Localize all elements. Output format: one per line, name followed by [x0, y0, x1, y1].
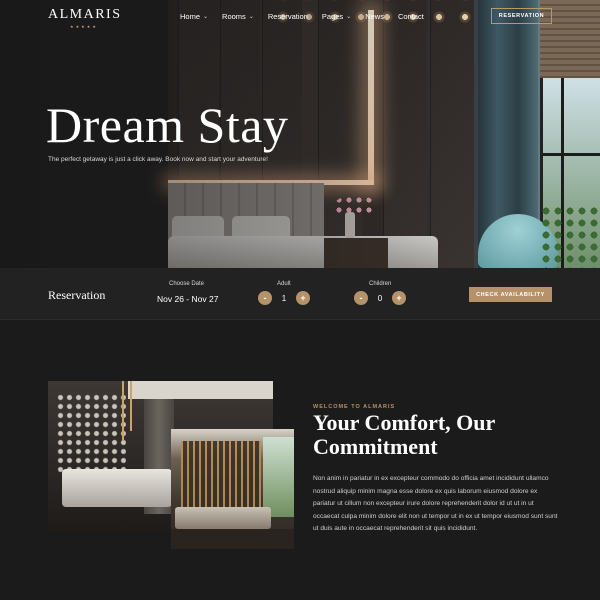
floor — [171, 529, 294, 549]
nav-label: Contact — [397, 12, 424, 21]
pendant-lamp — [130, 381, 132, 431]
bed — [62, 469, 172, 507]
pendant-lamp — [122, 381, 124, 441]
about-description: Non anim in pariatur in ex excepteur com… — [313, 475, 558, 533]
nav-label: Home — [180, 12, 201, 21]
about-section: WELCOME TO ALMARIS Your Comfort, Our Com… — [0, 321, 600, 600]
window — [263, 437, 294, 517]
adult-plus-button[interactable]: + — [296, 291, 310, 305]
brand-stars: ★★★★★ — [70, 24, 98, 29]
hero-title: Dream Stay — [46, 97, 289, 153]
check-availability-button[interactable]: CHECK AVAILABILITY — [469, 287, 552, 302]
adult-stepper: - 1 + — [258, 291, 310, 305]
reservation-title: Reservation — [48, 288, 106, 302]
hero-section: ALMARIS ★★★★★ Home ⌄ Rooms ⌄ Reservation… — [0, 0, 600, 268]
children-minus-button[interactable]: - — [354, 291, 368, 305]
about-image-suite — [171, 429, 294, 549]
nav-label: Rooms — [222, 12, 246, 21]
bed — [175, 507, 271, 529]
nav-label: Pages — [321, 12, 344, 21]
brand-logo[interactable]: ALMARIS — [48, 7, 122, 23]
nav-item-contact[interactable]: Contact — [398, 12, 424, 21]
chevron-down-icon: ⌄ — [248, 14, 254, 20]
nav-item-home[interactable]: Home ⌄ — [180, 12, 208, 21]
nav-item-rooms[interactable]: Rooms ⌄ — [222, 12, 254, 21]
ceiling — [128, 381, 273, 399]
about-title: Your Comfort, Our Commitment — [313, 410, 495, 459]
date-range-field[interactable]: Nov 26 - Nov 27 — [157, 294, 218, 304]
children-count[interactable]: 0 — [368, 294, 392, 303]
reservation-button[interactable]: RESERVATION — [491, 8, 552, 24]
main-nav: Home ⌄ Rooms ⌄ Reservation Pages ⌄ News … — [180, 12, 438, 21]
nav-label: Reservation — [267, 12, 308, 21]
nav-item-reservation[interactable]: Reservation — [268, 12, 308, 21]
nav-item-pages[interactable]: Pages ⌄ — [322, 12, 351, 21]
choose-date-label: Choose Date — [169, 281, 205, 287]
nav-item-news[interactable]: News — [365, 12, 384, 21]
nav-label: News — [365, 12, 384, 21]
children-stepper: - 0 + — [354, 291, 406, 305]
tree-mural — [56, 393, 126, 473]
chevron-down-icon: ⌄ — [346, 14, 352, 20]
adult-minus-button[interactable]: - — [258, 291, 272, 305]
reservation-bar: Reservation Choose Date Nov 26 - Nov 27 … — [0, 268, 600, 320]
adult-count[interactable]: 1 — [272, 294, 296, 303]
adult-label: Adult — [277, 281, 291, 287]
children-plus-button[interactable]: + — [392, 291, 406, 305]
children-label: Children — [369, 281, 392, 287]
chevron-down-icon: ⌄ — [203, 14, 209, 20]
hero-subtitle: The perfect getaway is just a click away… — [48, 156, 268, 163]
